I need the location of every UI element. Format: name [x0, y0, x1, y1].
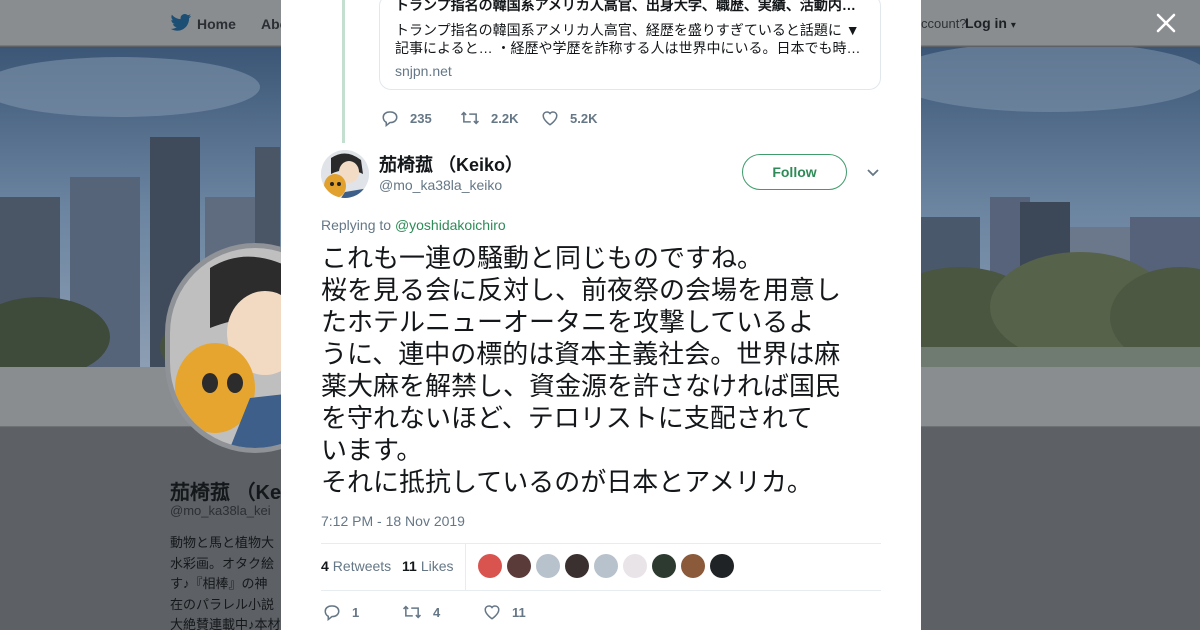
reply-icon: [382, 111, 398, 127]
tweet-text-line: たホテルニューオータニを攻撃しているよ: [321, 307, 815, 337]
tweet-text-line: これも一連の騒動と同じものですね。: [321, 243, 764, 273]
divider: [465, 544, 466, 590]
chevron-down-icon: ▾: [1010, 20, 1016, 31]
tweet-text-line: を守れないほど、テロリストに支配されて: [321, 403, 813, 433]
tweet-text-line: います。: [321, 435, 423, 465]
liker-avatar-3[interactable]: [536, 554, 560, 578]
liker-avatar-1[interactable]: [478, 554, 502, 578]
link-card-domain: snjpn.net: [395, 63, 452, 79]
tweet-timestamp[interactable]: 7:12 PM - 18 Nov 2019: [321, 513, 465, 529]
close-icon[interactable]: [1154, 11, 1178, 35]
twitter-bird-icon[interactable]: [170, 13, 192, 33]
bio-line: す♪『相棒』の神: [170, 576, 268, 591]
thread-connector-line: [342, 0, 345, 143]
prev-reply-count: 235: [410, 110, 432, 126]
liker-avatar-2[interactable]: [507, 554, 531, 578]
author-avatar[interactable]: [321, 150, 369, 198]
divider: [321, 543, 881, 544]
reply-icon: [324, 605, 340, 621]
replying-to-mention[interactable]: @yoshidakoichiro: [395, 217, 506, 233]
liker-avatar-7[interactable]: [652, 554, 676, 578]
retweet-icon: [460, 111, 480, 125]
like-action[interactable]: 11: [483, 603, 526, 621]
tweet-text-line: 薬大麻を解禁し、資金源を許さなければ国民: [321, 371, 842, 401]
author-handle[interactable]: @mo_ka38la_keiko: [379, 177, 502, 193]
tweet-modal: トランプ指名の韓国系アメリカ人高官、出身大学、職歴、実績、活動内… トランプ指名…: [281, 0, 921, 630]
retweet-count: 4: [433, 604, 441, 620]
link-card-desc-line: 記事によると… ・経歴や学歴を詐称する人は世界中にいる。日本でも時…: [395, 40, 861, 56]
bio-line: 在のパラレル小説: [170, 596, 275, 612]
liker-avatar-8[interactable]: [681, 554, 705, 578]
liker-avatar-9[interactable]: [710, 554, 734, 578]
prev-like-action[interactable]: 5.2K: [541, 109, 597, 127]
retweets-label: Retweets: [332, 558, 392, 574]
author-name[interactable]: 茄椅菰 （Keiko）: [379, 151, 523, 177]
like-count: 11: [512, 604, 526, 620]
login-label: Log in: [965, 15, 1007, 31]
tweet-text-line: 桜を見る会に反対し、前夜祭の会場を用意し: [321, 275, 842, 305]
liker-avatar-5[interactable]: [594, 554, 618, 578]
liker-avatar-6[interactable]: [623, 554, 647, 578]
prev-like-count: 5.2K: [570, 110, 598, 126]
divider: [321, 590, 881, 591]
likes-stat[interactable]: 11 Likes: [402, 558, 454, 574]
login-dropdown[interactable]: Log in ▾: [965, 15, 1016, 31]
reply-count: 1: [352, 604, 360, 620]
tweet-text: これも一連の騒動と同じものですね。 桜を見る会に反対し、前夜祭の会場を用意し た…: [321, 242, 886, 498]
prev-reply-action[interactable]: 235: [381, 109, 432, 127]
follow-button[interactable]: Follow: [742, 154, 847, 190]
tweet-text-line: うに、連中の標的は資本主義社会。世界は麻: [321, 339, 841, 369]
link-card-title: トランプ指名の韓国系アメリカ人高官、出身大学、職歴、実績、活動内…: [395, 0, 856, 13]
retweet-action[interactable]: 4: [402, 603, 440, 621]
heart-icon: [484, 605, 500, 620]
link-card-desc-line: トランプ指名の韓国系アメリカ人高官、経歴を盛りすぎていると話題に ▼: [395, 22, 860, 38]
profile-name: 茄椅菰 （Ke: [170, 482, 282, 504]
profile-handle: @mo_ka38la_kei: [170, 503, 271, 518]
prev-retweet-count: 2.2K: [491, 110, 519, 126]
tweet-text-line: それに抵抗しているのが日本とアメリカ。: [321, 467, 813, 497]
retweets-count: 4: [321, 558, 329, 574]
profile-bio: 動物と馬と植物大 水彩画。オタク絵 す♪『相棒』の神 在のパラレル小説 大絶賛連…: [170, 533, 285, 630]
prev-retweet-action[interactable]: 2.2K: [460, 109, 518, 127]
nav-home-link[interactable]: Home: [197, 16, 236, 32]
quoted-link-card[interactable]: トランプ指名の韓国系アメリカ人高官、出身大学、職歴、実績、活動内… トランプ指名…: [379, 0, 881, 90]
chevron-down-icon[interactable]: [866, 166, 880, 180]
have-account-text: ccount?: [921, 16, 967, 31]
likes-label: Likes: [420, 558, 454, 574]
bio-line: 動物と馬と植物大: [170, 535, 275, 550]
bio-line: 大絶賛連載中♪本材: [170, 617, 281, 630]
likes-count: 11: [402, 558, 417, 574]
retweets-stat[interactable]: 4 Retweets: [321, 558, 391, 574]
liker-avatar-4[interactable]: [565, 554, 589, 578]
replying-prefix: Replying to: [321, 217, 392, 233]
retweet-icon: [402, 605, 422, 619]
heart-icon: [542, 111, 558, 126]
replying-to: Replying to @yoshidakoichiro: [321, 217, 506, 233]
bio-line: 水彩画。オタク絵: [170, 555, 275, 571]
reply-action[interactable]: 1: [323, 603, 359, 621]
link-card-description: トランプ指名の韓国系アメリカ人高官、経歴を盛りすぎていると話題に ▼ 記事による…: [395, 21, 865, 57]
